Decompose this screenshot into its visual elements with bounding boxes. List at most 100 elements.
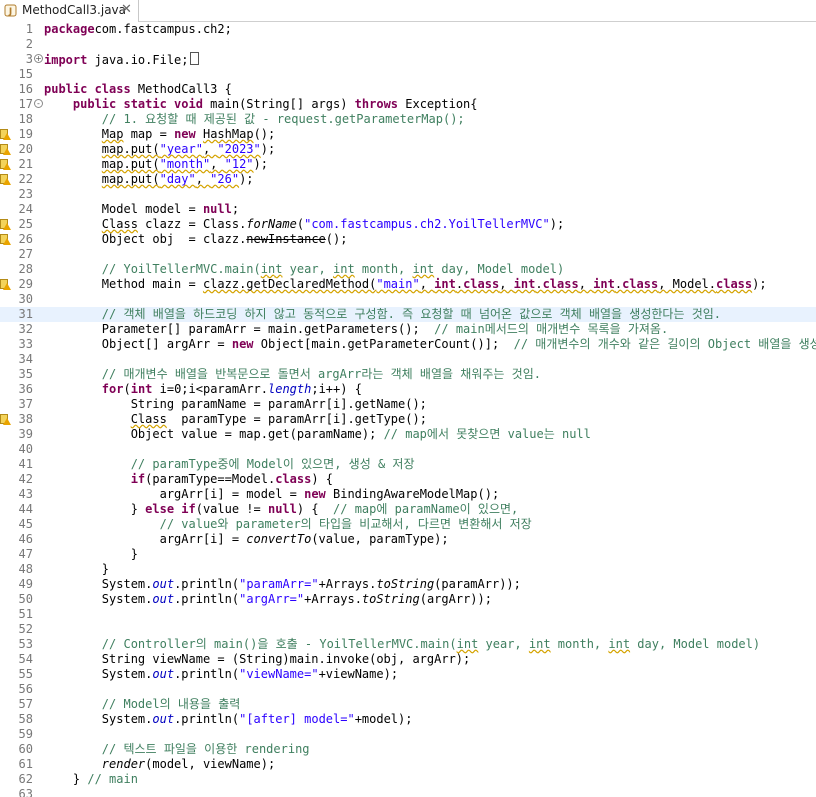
code-editor[interactable]: 1 packagecom.fastcampus.ch2; 2 3 + import jav… [0,22,816,797]
code-line[interactable]: 56 [0,682,816,697]
code-line[interactable]: 2 [0,37,816,52]
code-line[interactable]: 46 argArr[i] = convertTo(value, paramTyp… [0,532,816,547]
code-text: Class clazz = Class.forName("com.fastcam… [44,217,564,232]
code-line[interactable]: 21 map.put("month", "12"); [0,157,816,172]
code-line[interactable]: 55 System.out.println("viewName="+viewNa… [0,667,816,682]
warning-marker-icon[interactable] [0,157,11,172]
code-line[interactable]: 20 map.put("year", "2023"); [0,142,816,157]
code-token: ); [752,277,767,291]
code-line[interactable]: 26 Object obj = clazz.newInstance(); [0,232,816,247]
code-line[interactable]: 45 // value와 parameter의 타입을 비교해서, 다르면 변환… [0,517,816,532]
code-line[interactable]: 47 } [0,547,816,562]
code-line[interactable]: 27 [0,247,816,262]
warning-marker-icon[interactable] [0,127,11,142]
code-token: ); [549,217,565,231]
warning-marker-icon[interactable] [0,277,11,292]
code-line[interactable]: 63 [0,787,816,797]
code-token: month, [550,637,609,651]
line-number: 43 [18,487,33,501]
code-line[interactable]: 51 [0,607,816,622]
code-line[interactable]: 18 // 1. 요청할 때 제공된 값 - request.getParame… [0,112,816,127]
code-line[interactable]: 25 Class clazz = Class.forName("com.fast… [0,217,816,232]
code-line[interactable]: 3 + import java.io.File; [0,52,816,67]
code-token: render [101,757,146,771]
line-number: 56 [18,682,33,696]
code-line[interactable]: 38 Class paramType = paramArr[i].getType… [0,412,816,427]
code-token: HashMap [202,127,254,141]
code-line[interactable]: 32 Parameter[] paramArr = main.getParame… [0,322,816,337]
collapsed-import-marker[interactable] [189,52,199,65]
code-line[interactable]: 37 String paramName = paramArr[i].getNam… [0,397,816,412]
code-token: argArr[i] = model = [44,487,305,501]
code-line[interactable]: 62 } // main [0,772,816,787]
code-line[interactable]: 17- public static void main(String[] arg… [0,97,816,112]
line-number: 48 [18,562,33,576]
warning-marker-icon[interactable] [0,412,11,427]
warning-marker-icon[interactable] [0,217,11,232]
code-token: "main" [376,277,420,291]
fold-toggle-icon[interactable]: - [34,99,43,108]
code-token: import [44,53,88,67]
code-line[interactable]: 39 Object value = map.get(paramName); //… [0,427,816,442]
editor-tab[interactable]: J MethodCall3.java ✕ [0,0,139,22]
code-line[interactable]: 16 public class MethodCall3 { [0,82,816,97]
java-file-icon: J [4,4,17,17]
code-line[interactable]: 40 [0,442,816,457]
code-line[interactable]: 50 System.out.println("argArr="+Arrays.t… [0,592,816,607]
code-token: } [44,547,138,561]
code-line[interactable]: 53 // Controller의 main()을 호출 - YoilTelle… [0,637,816,652]
code-token: System. [44,712,153,726]
code-text: } // main [44,772,138,787]
code-line[interactable]: 31 // 객체 배열을 하드코딩 하지 않고 동적으로 구성함. 즉 요청할 … [0,307,816,322]
code-token: for [101,382,124,396]
code-token: out [152,712,175,726]
close-icon[interactable]: ✕ [121,2,132,17]
code-line[interactable]: 58 System.out.println("[after] model="+m… [0,712,816,727]
code-line[interactable]: 28 // YoilTellerMVC.main(int year, int m… [0,262,816,277]
warning-marker-icon[interactable] [0,172,11,187]
code-token: +viewName); [318,667,399,681]
code-line[interactable]: 23 [0,187,816,202]
code-line[interactable]: 44 } else if(value != null) { // map에 pa… [0,502,816,517]
code-token: "paramArr=" [239,577,319,591]
code-line[interactable]: 33 Object[] argArr = new Object[main.get… [0,337,816,352]
svg-text:J: J [8,7,12,17]
code-line[interactable]: 24 Model model = null; [0,202,816,217]
code-line[interactable]: 54 String viewName = (String)main.invoke… [0,652,816,667]
code-line[interactable]: 41 // paramType중에 Model이 있으면, 생성 & 저장 [0,457,816,472]
code-token: BindingAwareModelMap(); [325,487,500,501]
code-line[interactable]: 49 System.out.println("paramArr="+Arrays… [0,577,816,592]
code-line[interactable]: 59 [0,727,816,742]
code-line[interactable]: 1 packagecom.fastcampus.ch2; [0,22,816,37]
code-token: int [593,277,615,291]
line-number: 15 [18,67,33,81]
code-line[interactable]: 42 if(paramType==Model.class) { [0,472,816,487]
code-line[interactable]: 30 [0,292,816,307]
code-line[interactable]: 52 [0,622,816,637]
code-line[interactable]: 43 argArr[i] = model = new BindingAwareM… [0,487,816,502]
code-text: // YoilTellerMVC.main(int year, int mont… [44,262,564,277]
code-token: "12" [224,157,254,171]
warning-marker-icon[interactable] [0,232,11,247]
warning-marker-icon[interactable] [0,142,11,157]
code-line[interactable]: 60 // 텍스트 파일을 이용한 rendering [0,742,816,757]
code-line[interactable]: 57 // Model의 내용을 출력 [0,697,816,712]
code-line[interactable]: 22 map.put("day", "26"); [0,172,816,187]
code-line[interactable]: 19 Map map = new HashMap(); [0,127,816,142]
code-line[interactable]: 15 [0,67,816,82]
code-line[interactable]: 36 for(int i=0;i<paramArr.length;i++) { [0,382,816,397]
code-line[interactable]: 34 [0,352,816,367]
line-number: 60 [18,742,33,756]
code-line[interactable]: 61 render(model, viewName); [0,757,816,772]
code-line[interactable]: 48 } [0,562,816,577]
code-line[interactable]: 29 Method main = clazz.getDeclaredMethod… [0,277,816,292]
code-text: // Model의 내용을 출력 [44,697,241,712]
code-line[interactable]: 35 // 매개변수 배열을 반복문으로 돌면서 argArr라는 객체 배열을… [0,367,816,382]
line-number: 37 [18,397,33,411]
fold-toggle-icon[interactable]: + [34,54,43,63]
line-number: 33 [18,337,33,351]
code-token: , [210,157,225,171]
